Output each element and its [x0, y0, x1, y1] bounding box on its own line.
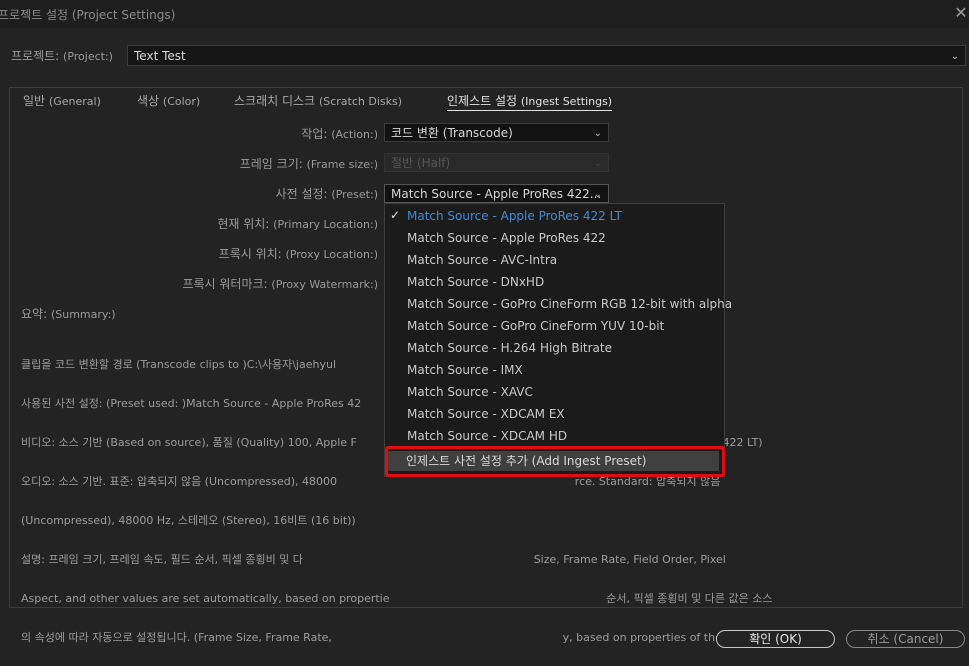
preset-option[interactable]: Match Source - AVC-Intra — [407, 250, 557, 270]
summary-line: 의 속성에 따라 자동으로 설정됩니다. (Frame Size, Frame … — [21, 631, 774, 644]
project-label: 프로젝트: (Project:) — [11, 49, 113, 63]
preset-option[interactable]: Match Source - DNxHD — [407, 272, 544, 292]
preset-label: 사전 설정: (Preset:) — [275, 187, 378, 201]
proxy-watermark-label: 프록시 워터마크: (Proxy Watermark:) — [182, 277, 378, 291]
preset-option[interactable]: Match Source - XAVC — [407, 382, 533, 402]
chevron-down-icon: ⌄ — [593, 158, 602, 169]
tab-general[interactable]: 일반 (General) — [23, 92, 101, 109]
preset-option[interactable]: Match Source - Apple ProRes 422 LT — [407, 206, 622, 226]
preset-option[interactable]: Match Source - Apple ProRes 422 — [407, 228, 606, 248]
summary-line: 설명: 프레임 크기, 프레임 속도, 필드 순서, 픽셀 종횡비 및 다 Si… — [21, 553, 726, 566]
preset-option[interactable]: Match Source - XDCAM HD — [407, 426, 567, 446]
proxy-location-label: 프록시 위치: (Proxy Location:) — [218, 247, 378, 261]
preset-select-value: Match Source - Apple ProRes 422... — [391, 187, 602, 201]
preset-dropdown: ✓ Match Source - Apple ProRes 422 LT Mat… — [384, 203, 732, 477]
project-select-value: Text Test — [134, 49, 186, 63]
tab-ingest-settings[interactable]: 인제스트 설정 (Ingest Settings) — [447, 92, 613, 111]
preset-option[interactable]: Match Source - XDCAM EX — [407, 404, 565, 424]
summary-label: 요약: (Summary:) — [21, 307, 116, 321]
cancel-button[interactable]: 취소 (Cancel) — [846, 630, 965, 648]
project-select[interactable]: Text Test ⌄ — [127, 45, 966, 66]
preset-option[interactable]: Match Source - IMX — [407, 360, 523, 380]
chevron-down-icon: ⌄ — [593, 128, 602, 139]
checkmark-icon: ✓ — [390, 208, 401, 222]
action-select-value: 코드 변환 (Transcode) — [391, 126, 513, 140]
summary-line: (Uncompressed), 48000 Hz, 스테레오 (Stereo),… — [21, 514, 356, 527]
chevron-down-icon: ⌄ — [950, 51, 959, 62]
window-title: 프로젝트 설정 (Project Settings) — [0, 8, 176, 22]
preset-option[interactable]: Match Source - H.264 High Bitrate — [407, 338, 612, 358]
chevron-down-icon: ⌄ — [593, 189, 602, 200]
frame-size-label: 프레임 크기: (Frame size:) — [239, 157, 378, 171]
tab-color[interactable]: 색상 (Color) — [137, 92, 200, 109]
ok-button[interactable]: 확인 (OK) — [716, 630, 835, 648]
summary-line: Aspect, and other values are set automat… — [21, 592, 773, 605]
preset-option[interactable]: Match Source - GoPro CineForm RGB 12-bit… — [407, 294, 732, 314]
close-icon[interactable]: ✕ — [953, 3, 969, 23]
primary-location-label: 현재 위치: (Primary Location:) — [217, 217, 378, 231]
frame-size-select: 절반 (Half) ⌄ — [384, 153, 609, 172]
preset-option[interactable]: Match Source - GoPro CineForm YUV 10-bit — [407, 316, 664, 336]
action-select[interactable]: 코드 변환 (Transcode) ⌄ — [384, 123, 609, 142]
tab-scratch-disks[interactable]: 스크래치 디스크 (Scratch Disks) — [234, 92, 402, 109]
action-label: 작업: (Action:) — [301, 127, 378, 141]
highlight-box — [385, 446, 725, 477]
preset-select[interactable]: Match Source - Apple ProRes 422... ⌄ — [384, 184, 609, 203]
frame-size-select-value: 절반 (Half) — [391, 156, 451, 170]
